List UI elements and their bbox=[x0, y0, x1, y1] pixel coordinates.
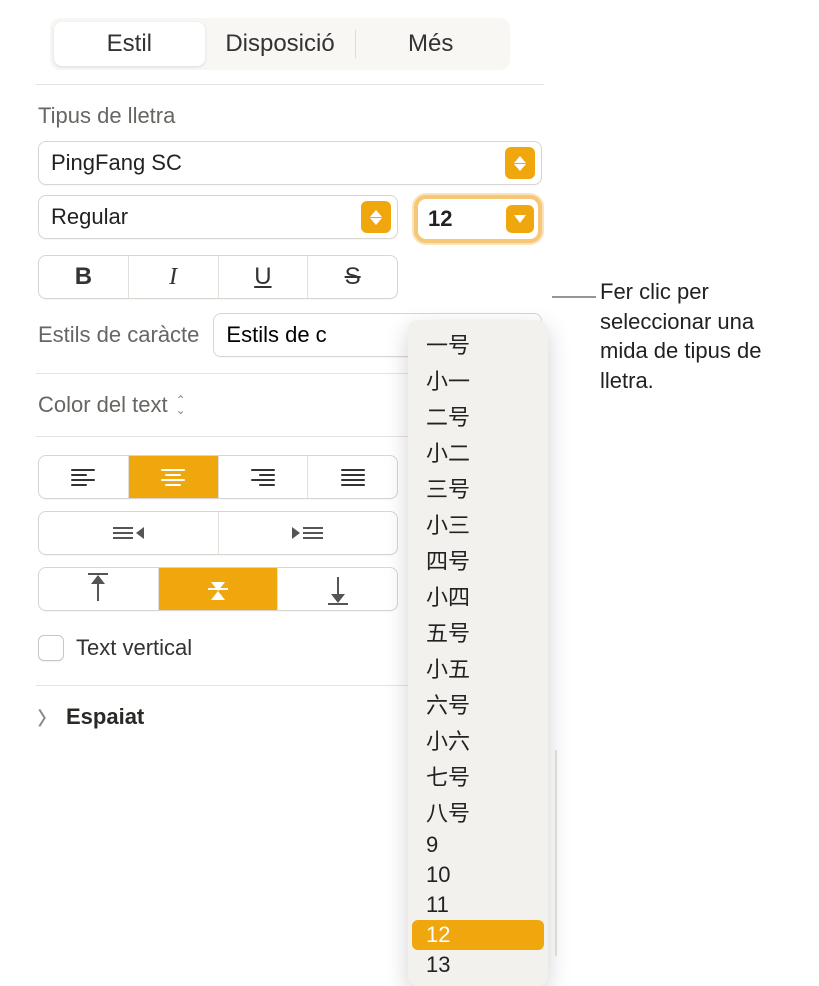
align-center-icon bbox=[161, 469, 185, 486]
align-justify-icon bbox=[341, 469, 365, 486]
text-style-group: B I U S bbox=[38, 255, 398, 299]
font-section-label: Tipus de lletra bbox=[38, 103, 560, 129]
align-left-button[interactable] bbox=[39, 456, 129, 498]
inspector-tabs: Estil Disposició Més bbox=[50, 18, 510, 70]
font-size-option[interactable]: 小一 bbox=[412, 362, 544, 398]
bold-button[interactable]: B bbox=[39, 256, 129, 298]
font-size-option[interactable]: 五号 bbox=[412, 614, 544, 650]
chevron-right-icon: 〉 bbox=[38, 705, 56, 731]
arrows-collapse-icon bbox=[206, 577, 230, 601]
vertical-align-group bbox=[38, 567, 398, 611]
chevron-down-icon bbox=[506, 205, 534, 233]
font-size-option[interactable]: 12 bbox=[412, 920, 544, 950]
indent-icon bbox=[292, 527, 323, 539]
align-justify-button[interactable] bbox=[308, 456, 397, 498]
font-size-option[interactable]: 小五 bbox=[412, 650, 544, 686]
arrow-down-bar-icon bbox=[326, 577, 350, 601]
underline-button[interactable]: U bbox=[219, 256, 309, 298]
font-size-option[interactable]: 小六 bbox=[412, 722, 544, 758]
font-size-option[interactable]: 小四 bbox=[412, 578, 544, 614]
font-size-value: 12 bbox=[428, 206, 506, 232]
font-size-option[interactable]: 9 bbox=[412, 830, 544, 860]
font-size-option[interactable]: 13 bbox=[412, 950, 544, 980]
callout-text: Fer clic per seleccionar una mida de tip… bbox=[600, 277, 800, 396]
tab-style[interactable]: Estil bbox=[54, 22, 205, 66]
font-family-select[interactable]: PingFang SC bbox=[38, 141, 542, 185]
font-size-option[interactable]: 四号 bbox=[412, 542, 544, 578]
tab-layout[interactable]: Disposició bbox=[205, 22, 356, 66]
font-size-option[interactable]: 二号 bbox=[412, 398, 544, 434]
font-size-option[interactable]: 小三 bbox=[412, 506, 544, 542]
decrease-indent-button[interactable] bbox=[39, 512, 219, 554]
font-size-option[interactable]: 七号 bbox=[412, 758, 544, 794]
character-styles-value: Estils de c bbox=[226, 322, 326, 348]
updown-icon bbox=[505, 147, 535, 179]
callout-leader-line bbox=[552, 296, 596, 298]
font-weight-value: Regular bbox=[51, 204, 361, 230]
vertical-text-checkbox[interactable] bbox=[38, 635, 64, 661]
align-center-button[interactable] bbox=[129, 456, 219, 498]
horizontal-align-group bbox=[38, 455, 398, 499]
font-size-option[interactable]: 八号 bbox=[412, 794, 544, 830]
increase-indent-button[interactable] bbox=[219, 512, 398, 554]
font-size-option[interactable]: 六号 bbox=[412, 686, 544, 722]
vertical-text-label: Text vertical bbox=[76, 635, 192, 661]
divider bbox=[36, 84, 544, 85]
align-right-icon bbox=[251, 469, 275, 486]
align-right-button[interactable] bbox=[219, 456, 309, 498]
font-family-value: PingFang SC bbox=[51, 150, 505, 176]
font-size-option[interactable]: 一号 bbox=[412, 326, 544, 362]
valign-middle-button[interactable] bbox=[159, 568, 279, 610]
updown-icon: ⌃⌄ bbox=[176, 395, 186, 415]
tab-more[interactable]: Més bbox=[355, 22, 506, 66]
font-size-option[interactable]: 三号 bbox=[412, 470, 544, 506]
font-size-option[interactable]: 11 bbox=[412, 890, 544, 920]
spacing-label: Espaiat bbox=[66, 704, 144, 730]
font-size-option[interactable]: 10 bbox=[412, 860, 544, 890]
strikethrough-button[interactable]: S bbox=[308, 256, 397, 298]
font-weight-select[interactable]: Regular bbox=[38, 195, 398, 239]
font-size-option[interactable]: 小二 bbox=[412, 434, 544, 470]
updown-icon bbox=[361, 201, 391, 233]
outdent-icon bbox=[113, 527, 144, 539]
text-color-label: Color del text bbox=[38, 392, 168, 418]
character-styles-label: Estils de caràcte bbox=[38, 322, 199, 348]
valign-bottom-button[interactable] bbox=[278, 568, 397, 610]
indent-group bbox=[38, 511, 398, 555]
italic-button[interactable]: I bbox=[129, 256, 219, 298]
font-size-menu: 一号小一二号小二三号小三四号小四五号小五六号小六七号八号910111213 bbox=[408, 320, 548, 986]
align-left-icon bbox=[71, 469, 95, 486]
font-size-combo[interactable]: 12 bbox=[414, 195, 542, 243]
valign-top-button[interactable] bbox=[39, 568, 159, 610]
arrow-up-bar-icon bbox=[86, 577, 110, 601]
